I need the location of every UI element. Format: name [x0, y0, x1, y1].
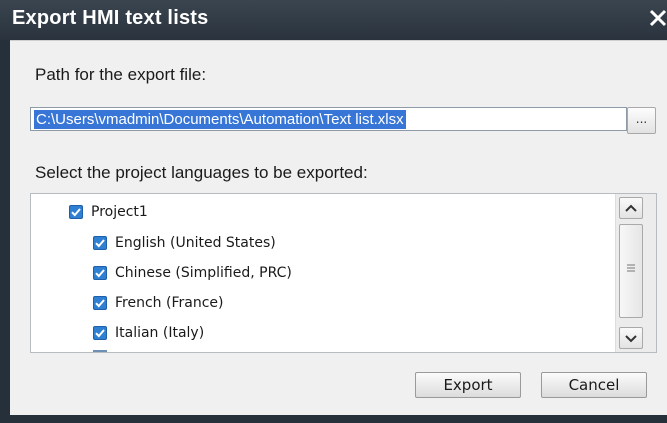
- export-path-value: C:\Users\vmadmin\Documents\Automation\Te…: [34, 110, 406, 129]
- tree-item-label: English (United States): [115, 234, 276, 251]
- title-bar[interactable]: Export HMI text lists: [0, 0, 667, 40]
- export-button[interactable]: Export: [415, 372, 521, 398]
- tree-item-label: Italian (Italy): [115, 324, 205, 341]
- chevron-down-icon: [625, 335, 637, 343]
- tree-scrollbar[interactable]: [615, 194, 656, 352]
- tree-item-french[interactable]: French (France): [93, 288, 223, 317]
- checkbox-french[interactable]: [93, 295, 107, 310]
- checkbox-italian[interactable]: [93, 325, 107, 340]
- tree-item-partial: [93, 350, 107, 352]
- browse-button[interactable]: ...: [627, 107, 656, 134]
- scroll-up-button[interactable]: [619, 197, 643, 219]
- export-path-input[interactable]: C:\Users\vmadmin\Documents\Automation\Te…: [30, 107, 627, 131]
- export-dialog: Export HMI text lists Path for the expor…: [0, 0, 667, 423]
- window-title: Export HMI text lists: [12, 7, 209, 29]
- checkbox-project1[interactable]: [69, 204, 83, 219]
- tree-item-english[interactable]: English (United States): [93, 228, 276, 257]
- dialog-bottom-border: [0, 415, 667, 423]
- close-icon[interactable]: [647, 4, 667, 32]
- checkbox-english[interactable]: [93, 235, 107, 250]
- tree-item-project1[interactable]: Project1: [69, 197, 148, 226]
- scroll-down-button[interactable]: [619, 327, 643, 349]
- tree-item-italian[interactable]: Italian (Italy): [93, 318, 204, 347]
- tree-item-chinese[interactable]: Chinese (Simplified, PRC): [93, 258, 292, 287]
- language-tree[interactable]: Project1 English (United States) Chinese…: [30, 193, 657, 353]
- checkbox-chinese[interactable]: [93, 265, 107, 280]
- path-label: Path for the export file:: [35, 65, 207, 84]
- tree-item-label: French (France): [115, 294, 224, 311]
- tree-item-label: Chinese (Simplified, PRC): [115, 264, 292, 281]
- languages-label: Select the project languages to be expor…: [35, 163, 368, 182]
- grip-icon: [627, 264, 635, 272]
- tree-item-label: Project1: [91, 203, 148, 220]
- dialog-body: Path for the export file: C:\Users\vmadm…: [10, 40, 667, 416]
- chevron-up-icon: [625, 204, 637, 212]
- scroll-thumb[interactable]: [619, 224, 643, 318]
- cancel-button[interactable]: Cancel: [541, 372, 647, 398]
